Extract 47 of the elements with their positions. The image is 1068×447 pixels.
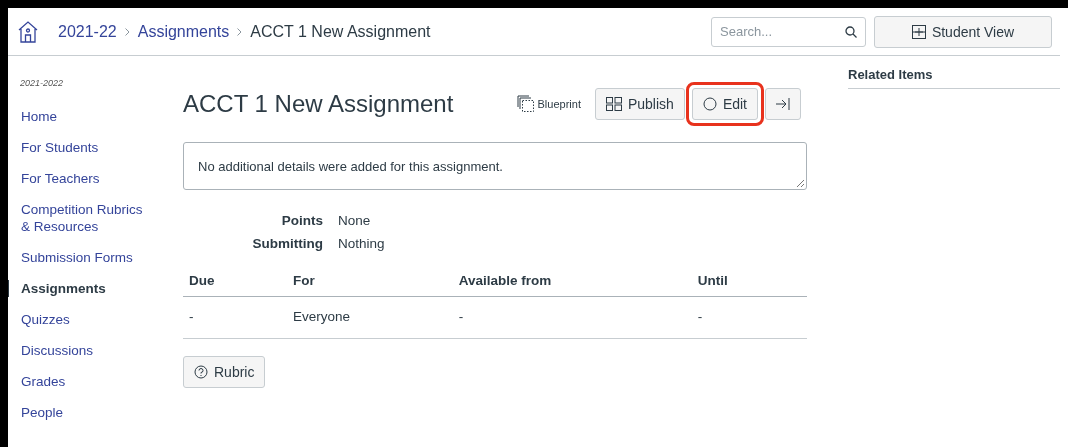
breadcrumb-link[interactable]: Assignments: [137, 22, 230, 41]
collapse-button[interactable]: [765, 88, 801, 120]
column-header: Due: [183, 273, 288, 297]
detail-label: Points: [280, 213, 323, 228]
description-text: No additional details were added for this assignment.: [198, 158, 503, 174]
column-header: Until: [691, 273, 807, 297]
term-label: 2021-2022: [19, 78, 65, 88]
sidebar-item[interactable]: For Teachers: [8, 170, 183, 187]
detail-value: None: [338, 213, 372, 228]
publish-button[interactable]: Publish: [594, 88, 685, 120]
rubric-button[interactable]: Rubric: [183, 356, 266, 388]
sidebar-item[interactable]: For Students: [8, 139, 183, 156]
sidebar-item[interactable]: Discussions: [8, 342, 183, 359]
student-view-button[interactable]: Student View: [874, 15, 1052, 48]
sidebar-item[interactable]: People: [8, 404, 183, 421]
sidebar-item[interactable]: Home: [8, 108, 183, 125]
plus-box-icon: [911, 24, 926, 39]
column-header: For: [287, 273, 453, 297]
circle-icon: [702, 97, 717, 111]
detail-label: Submitting: [251, 236, 323, 251]
search-icon: [845, 25, 857, 38]
arrow-to-bar-icon: [776, 98, 790, 110]
sidebar-item[interactable]: Quizzes: [8, 311, 183, 328]
column-header: Available from: [452, 273, 692, 297]
breadcrumb-link[interactable]: 2021-22: [58, 22, 117, 41]
detail-value: Nothing: [338, 236, 386, 251]
edit-button[interactable]: Edit: [691, 88, 758, 120]
chevron-icon: [124, 27, 130, 36]
related-items-heading: Related Items: [848, 67, 1060, 89]
breadcrumb-current: ACCT 1 New Assignment: [250, 22, 431, 41]
table-cell: -: [183, 296, 288, 339]
table-cell: -: [691, 296, 807, 339]
resize-grip-icon: [797, 180, 804, 187]
blueprint-icon: [516, 95, 535, 113]
grid-icon: [605, 97, 622, 111]
table-cell: Everyone: [287, 296, 453, 339]
assignment-title: ACCT 1 New Assignment: [183, 90, 455, 118]
blueprint-label: Blueprint: [537, 98, 581, 110]
home-icon[interactable]: [18, 20, 38, 43]
chevron-icon: [237, 27, 243, 36]
table-cell: -: [452, 296, 692, 339]
sidebar-item[interactable]: Competition Rubrics & Resources: [8, 201, 151, 235]
help-icon: [194, 365, 208, 379]
sidebar-item[interactable]: Grades: [8, 373, 183, 390]
sidebar-item[interactable]: Assignments: [8, 280, 183, 297]
sidebar-item[interactable]: Submission Forms: [8, 249, 183, 266]
search-field[interactable]: Search...: [711, 16, 866, 47]
